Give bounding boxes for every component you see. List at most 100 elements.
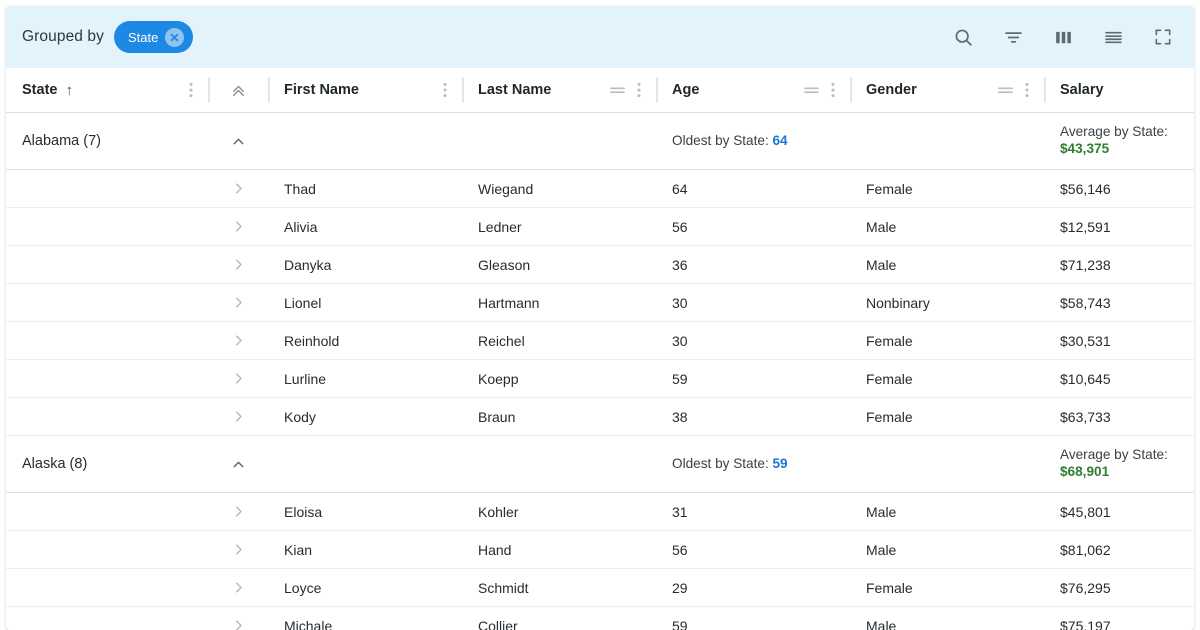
row-expand-cell[interactable] bbox=[208, 398, 268, 436]
column-drag-handle-icon-age[interactable] bbox=[802, 84, 820, 96]
columns-icon[interactable] bbox=[1046, 20, 1080, 54]
row-expand-cell[interactable] bbox=[208, 322, 268, 360]
row-expand-cell[interactable] bbox=[208, 607, 268, 630]
table-scroll-area[interactable]: State ↑ bbox=[6, 68, 1194, 630]
row-expand-cell[interactable] bbox=[208, 208, 268, 246]
table-row[interactable]: Thad Wiegand 64 Female $56,146 bbox=[6, 170, 1194, 208]
search-icon[interactable] bbox=[946, 20, 980, 54]
table-row[interactable]: Reinhold Reichel 30 Female $30,531 bbox=[6, 322, 1194, 360]
table-row[interactable]: Kian Hand 56 Male $81,062 bbox=[6, 531, 1194, 569]
chevron-right-icon[interactable] bbox=[208, 295, 268, 310]
chevron-right-icon[interactable] bbox=[208, 257, 268, 272]
cell-last-name-text: Schmidt bbox=[462, 580, 656, 596]
table-row[interactable]: Lionel Hartmann 30 Nonbinary $58,743 bbox=[6, 284, 1194, 322]
table-row[interactable]: Kody Braun 38 Female $63,733 bbox=[6, 398, 1194, 436]
group-cell-gender bbox=[850, 113, 1044, 170]
cell-salary-text: $58,743 bbox=[1044, 295, 1194, 311]
row-spacer-cell bbox=[6, 170, 208, 208]
row-expand-cell[interactable] bbox=[208, 360, 268, 398]
chevron-right-icon[interactable] bbox=[208, 580, 268, 595]
column-drag-handle-icon-gender[interactable] bbox=[996, 84, 1014, 96]
column-header-last-name[interactable]: Last Name bbox=[462, 68, 656, 113]
cell-age-text: 59 bbox=[656, 371, 850, 387]
aggregate-age-value: 59 bbox=[773, 456, 788, 471]
density-icon[interactable] bbox=[1096, 20, 1130, 54]
column-divider bbox=[656, 77, 658, 103]
column-header-age[interactable]: Age bbox=[656, 68, 850, 113]
chevron-right-icon[interactable] bbox=[208, 371, 268, 386]
chevron-right-icon[interactable] bbox=[208, 618, 268, 630]
cell-age-text: 56 bbox=[656, 542, 850, 558]
chevron-right-icon[interactable] bbox=[208, 409, 268, 424]
row-spacer-cell bbox=[6, 322, 208, 360]
table-row[interactable]: Danyka Gleason 36 Male $71,238 bbox=[6, 246, 1194, 284]
cell-salary: $71,238 bbox=[1044, 246, 1194, 284]
cell-first-name-text: Lurline bbox=[268, 371, 462, 387]
cell-gender: Male bbox=[850, 531, 1044, 569]
chevron-right-icon[interactable] bbox=[208, 504, 268, 519]
cell-gender: Male bbox=[850, 607, 1044, 630]
table-row[interactable]: Lurline Koepp 59 Female $10,645 bbox=[6, 360, 1194, 398]
cell-last-name-text: Kohler bbox=[462, 504, 656, 520]
data-grid: State ↑ bbox=[6, 68, 1194, 630]
chevron-right-icon[interactable] bbox=[208, 219, 268, 234]
row-expand-cell[interactable] bbox=[208, 246, 268, 284]
cell-gender-text: Male bbox=[850, 504, 1044, 520]
group-row-alabama[interactable]: Alabama (7) Oldest by State: bbox=[6, 113, 1194, 170]
table-row[interactable]: Eloisa Kohler 31 Male $45,801 bbox=[6, 493, 1194, 531]
cell-last-name: Schmidt bbox=[462, 569, 656, 607]
group-chip-state[interactable]: State bbox=[114, 21, 193, 53]
cell-gender-text: Male bbox=[850, 219, 1044, 235]
cell-last-name: Collier bbox=[462, 607, 656, 630]
chevron-right-icon[interactable] bbox=[208, 181, 268, 196]
row-expand-cell[interactable] bbox=[208, 493, 268, 531]
cell-first-name: Reinhold bbox=[268, 322, 462, 360]
collapse-all-header[interactable] bbox=[208, 68, 268, 113]
cell-salary-text: $56,146 bbox=[1044, 181, 1194, 197]
cell-gender: Male bbox=[850, 493, 1044, 531]
group-row-alaska[interactable]: Alaska (8) Oldest by State: bbox=[6, 436, 1194, 493]
chevron-up-icon[interactable] bbox=[208, 133, 268, 150]
filter-icon[interactable] bbox=[996, 20, 1030, 54]
double-chevron-up-icon[interactable] bbox=[229, 81, 248, 100]
cell-gender: Male bbox=[850, 208, 1044, 246]
cell-first-name-text: Lionel bbox=[268, 295, 462, 311]
row-expand-cell[interactable] bbox=[208, 569, 268, 607]
sort-ascending-icon[interactable]: ↑ bbox=[65, 83, 73, 98]
column-drag-handle-icon-last-name[interactable] bbox=[608, 84, 626, 96]
cell-first-name: Eloisa bbox=[268, 493, 462, 531]
column-header-first-name[interactable]: First Name bbox=[268, 68, 462, 113]
cell-gender: Female bbox=[850, 569, 1044, 607]
row-spacer-cell bbox=[6, 398, 208, 436]
chevron-up-icon[interactable] bbox=[208, 456, 268, 473]
column-header-state[interactable]: State ↑ bbox=[6, 68, 208, 113]
cell-gender-text: Female bbox=[850, 181, 1044, 197]
chevron-right-icon[interactable] bbox=[208, 542, 268, 557]
group-header-text-alaska: Alaska (8) bbox=[6, 456, 208, 472]
column-menu-icon-age[interactable] bbox=[826, 82, 840, 98]
column-menu-icon-first-name[interactable] bbox=[438, 82, 452, 98]
cell-age-text: 64 bbox=[656, 181, 850, 197]
cell-first-name-text: Kody bbox=[268, 409, 462, 425]
column-header-age-label: Age bbox=[672, 82, 699, 98]
close-circle-icon[interactable] bbox=[165, 28, 184, 47]
column-header-salary[interactable]: Salary bbox=[1044, 68, 1194, 113]
grouped-by-label: Grouped by bbox=[22, 28, 104, 46]
column-menu-icon-last-name[interactable] bbox=[632, 82, 646, 98]
cell-last-name: Hand bbox=[462, 531, 656, 569]
column-menu-icon-gender[interactable] bbox=[1020, 82, 1034, 98]
column-header-gender[interactable]: Gender bbox=[850, 68, 1044, 113]
aggregate-salary-value: $43,375 bbox=[1060, 141, 1109, 156]
table-row[interactable]: Loyce Schmidt 29 Female $76,295 bbox=[6, 569, 1194, 607]
fullscreen-icon[interactable] bbox=[1146, 20, 1180, 54]
column-menu-icon-state[interactable] bbox=[184, 82, 198, 98]
cell-age-text: 59 bbox=[656, 618, 850, 630]
row-expand-cell[interactable] bbox=[208, 531, 268, 569]
group-toggle-cell-alabama[interactable] bbox=[208, 113, 268, 170]
row-expand-cell[interactable] bbox=[208, 170, 268, 208]
table-row[interactable]: Michale Collier 59 Male $75,197 bbox=[6, 607, 1194, 630]
row-expand-cell[interactable] bbox=[208, 284, 268, 322]
chevron-right-icon[interactable] bbox=[208, 333, 268, 348]
group-toggle-cell-alaska[interactable] bbox=[208, 436, 268, 493]
table-row[interactable]: Alivia Ledner 56 Male $12,591 bbox=[6, 208, 1194, 246]
